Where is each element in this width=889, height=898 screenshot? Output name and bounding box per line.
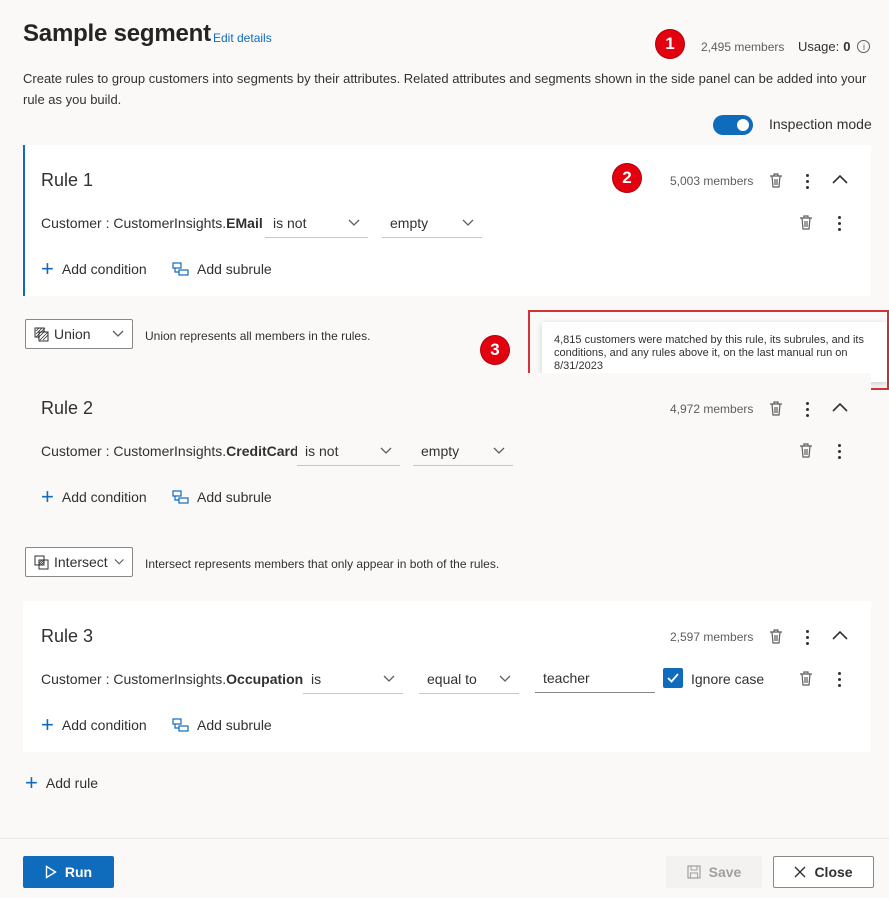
chevron-down-icon <box>348 219 360 226</box>
footer-divider <box>0 838 889 839</box>
plus-icon: + <box>41 712 54 737</box>
subrule-icon <box>172 490 189 504</box>
rule-card-1: Rule 1 2 5,003 members Customer : Custom… <box>23 145 871 296</box>
rule-title: Rule 3 <box>41 626 94 646</box>
rule-more-icon[interactable] <box>804 630 810 645</box>
union-dropdown[interactable]: Union <box>25 319 133 349</box>
value-label: empty <box>421 442 460 459</box>
ignore-case-label: Ignore case <box>691 671 765 687</box>
collapse-chevron-up-icon[interactable] <box>832 630 848 640</box>
rule-members-count: 2,597 members <box>670 630 754 644</box>
plus-icon: + <box>41 484 54 509</box>
condition-attribute: Customer : CustomerInsights.Occupation <box>41 671 304 687</box>
condition-more-icon[interactable] <box>836 672 842 687</box>
operator-dropdown[interactable]: is <box>303 664 403 694</box>
plus-icon: + <box>25 770 38 795</box>
union-icon <box>34 327 49 341</box>
operator-value: is <box>311 670 322 687</box>
intersect-icon <box>34 555 49 569</box>
operator-value: is not <box>273 214 307 231</box>
save-button[interactable]: Save <box>666 856 762 888</box>
rule-members-count: 4,972 members <box>670 402 754 416</box>
chevron-down-icon <box>383 675 395 682</box>
value-dropdown[interactable]: empty <box>413 436 513 466</box>
condition-more-icon[interactable] <box>836 216 842 231</box>
chevron-down-icon <box>380 447 392 454</box>
close-icon <box>794 866 806 878</box>
close-button[interactable]: Close <box>773 856 874 888</box>
add-subrule-button[interactable]: Add subrule <box>172 261 272 277</box>
plus-icon: + <box>41 256 54 281</box>
subrule-icon <box>172 262 189 276</box>
delete-condition-icon[interactable] <box>798 670 814 687</box>
operator-value: is not <box>305 442 339 459</box>
inspection-mode-toggle[interactable] <box>713 115 753 135</box>
delete-condition-icon[interactable] <box>798 214 814 231</box>
page-title: Sample segment <box>23 20 211 47</box>
chevron-down-icon <box>112 330 124 337</box>
condition-attribute: Customer : CustomerInsights.CreditCard <box>41 443 299 459</box>
comparator-dropdown[interactable]: equal to <box>419 664 519 694</box>
rule-card-3: Rule 3 2,597 members Customer : Customer… <box>23 601 871 752</box>
delete-condition-icon[interactable] <box>798 442 814 459</box>
chevron-down-icon <box>114 559 124 565</box>
rule-more-icon[interactable] <box>804 174 810 189</box>
rule-members-count: 5,003 members <box>670 174 754 188</box>
chevron-down-icon <box>493 447 505 454</box>
collapse-chevron-up-icon[interactable] <box>832 174 848 184</box>
add-condition-button[interactable]: + Add condition <box>41 714 147 736</box>
add-subrule-button[interactable]: Add subrule <box>172 717 272 733</box>
delete-rule-icon[interactable] <box>768 628 784 645</box>
delete-rule-icon[interactable] <box>768 172 784 189</box>
ignore-case-checkbox[interactable] <box>663 668 683 688</box>
subrule-icon <box>172 718 189 732</box>
page-description: Create rules to group customers into seg… <box>23 71 867 107</box>
rule-title: Rule 1 <box>41 170 94 190</box>
collapse-chevron-up-icon[interactable] <box>832 402 848 412</box>
usage-label: Usage: <box>798 39 840 54</box>
run-button[interactable]: Run <box>23 856 114 888</box>
rule-more-icon[interactable] <box>804 402 810 417</box>
play-icon <box>45 865 57 879</box>
callout-badge-2: 2 <box>613 164 641 192</box>
chevron-down-icon <box>462 219 474 226</box>
delete-rule-icon[interactable] <box>768 400 784 417</box>
operator-dropdown[interactable]: is not <box>297 436 400 466</box>
value-text-input[interactable]: teacher <box>535 663 655 693</box>
chevron-down-icon <box>499 675 511 682</box>
save-icon <box>687 865 701 879</box>
comparator-value: equal to <box>427 670 477 687</box>
intersect-description: Intersect represents members that only a… <box>145 557 500 571</box>
edit-details-link[interactable]: Edit details <box>213 31 272 45</box>
usage-value: 0 <box>843 39 851 54</box>
segment-members-count: 2,495 members <box>701 40 785 54</box>
intersect-dropdown[interactable]: Intersect <box>25 547 133 577</box>
add-subrule-button[interactable]: Add subrule <box>172 489 272 505</box>
union-description: Union represents all members in the rule… <box>145 329 371 343</box>
inspection-mode-label: Inspection mode <box>769 116 872 132</box>
add-rule-button[interactable]: + Add rule <box>25 772 98 794</box>
add-condition-button[interactable]: + Add condition <box>41 258 147 280</box>
callout-badge-3: 3 <box>481 336 509 364</box>
checkmark-icon <box>667 673 679 683</box>
value-dropdown[interactable]: empty <box>382 208 482 238</box>
condition-more-icon[interactable] <box>836 444 842 459</box>
usage-indicator: Usage: 0 i <box>798 39 871 54</box>
condition-attribute: Customer : CustomerInsights.EMail <box>41 215 263 231</box>
value-label: empty <box>390 214 429 231</box>
info-icon[interactable]: i <box>857 40 871 53</box>
add-condition-button[interactable]: + Add condition <box>41 486 147 508</box>
operator-dropdown[interactable]: is not <box>265 208 368 238</box>
rule-title: Rule 2 <box>41 398 94 418</box>
rule-card-2: Rule 2 4,972 members Customer : Customer… <box>23 373 871 524</box>
callout-badge-1: 1 <box>656 30 684 58</box>
